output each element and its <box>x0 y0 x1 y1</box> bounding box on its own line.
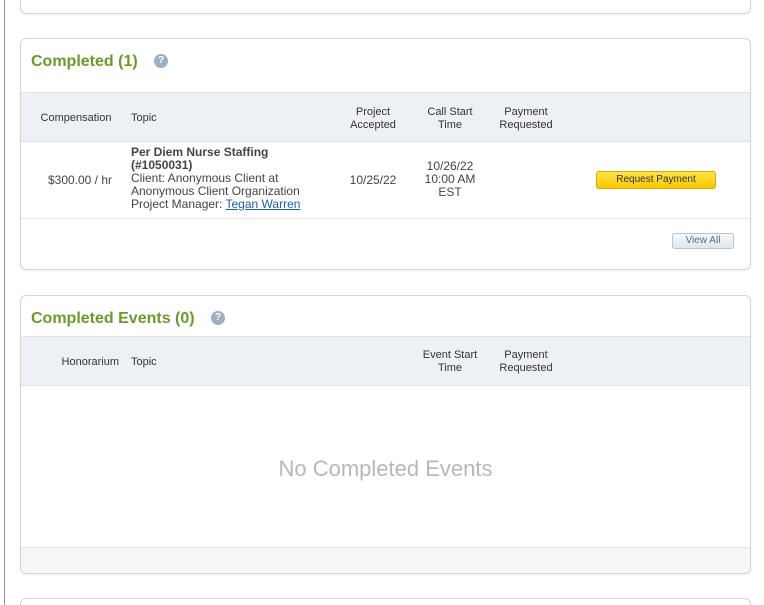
completed-events-panel: Completed Events (0) ? Honorarium Topic … <box>20 295 751 574</box>
col-honorarium: Honorarium <box>61 356 119 368</box>
previous-panel <box>20 0 751 14</box>
col-payment-requested: Payment Requested <box>499 349 553 374</box>
project-manager-link[interactable]: Tegan Warren <box>226 197 301 211</box>
completed-events-title: Completed Events (0) <box>31 310 195 327</box>
row-topic: Per Diem Nurse Staffing (#1050031) Clien… <box>131 146 331 211</box>
col-compensation: Compensation <box>40 112 112 124</box>
col-topic: Topic <box>131 356 157 368</box>
row-divider <box>21 218 750 219</box>
completed-title: Completed (1) <box>31 53 138 70</box>
col-call-start-time: Call Start Time <box>427 106 473 131</box>
row-call-start-time: 10/26/22 10:00 AM EST <box>424 159 476 199</box>
question-mark-icon[interactable]: ? <box>211 311 225 325</box>
col-event-start-time: Event Start Time <box>422 349 478 374</box>
completed-events-table-header: Honorarium Topic Event Start Time Paymen… <box>21 336 750 386</box>
col-payment-requested: Payment Requested <box>499 106 553 131</box>
topic-client: Client: Anonymous Client at Anonymous Cl… <box>131 171 300 198</box>
completed-table-header: Compensation Topic Project Accepted Call… <box>21 92 750 142</box>
request-payment-button[interactable]: Request Payment <box>596 171 716 189</box>
row-compensation: $300.00 / hr <box>47 173 113 187</box>
topic-project-manager: Project Manager: Tegan Warren <box>131 197 301 211</box>
page-left-border <box>4 0 5 605</box>
completed-panel: Completed (1) ? Compensation Topic Proje… <box>20 38 751 270</box>
completed-events-footer <box>21 547 750 573</box>
topic-title: Per Diem Nurse Staffing (#1050031) <box>131 145 269 172</box>
question-mark-icon[interactable]: ? <box>154 54 168 68</box>
next-panel <box>20 598 751 605</box>
empty-state-message: No Completed Events <box>278 456 493 481</box>
col-project-accepted: Project Accepted <box>350 106 396 131</box>
completed-header: Completed (1) ? <box>21 39 750 92</box>
row-project-accepted: 10/25/22 <box>349 173 397 187</box>
col-topic: Topic <box>131 112 157 124</box>
view-all-button[interactable]: View All <box>672 233 734 249</box>
